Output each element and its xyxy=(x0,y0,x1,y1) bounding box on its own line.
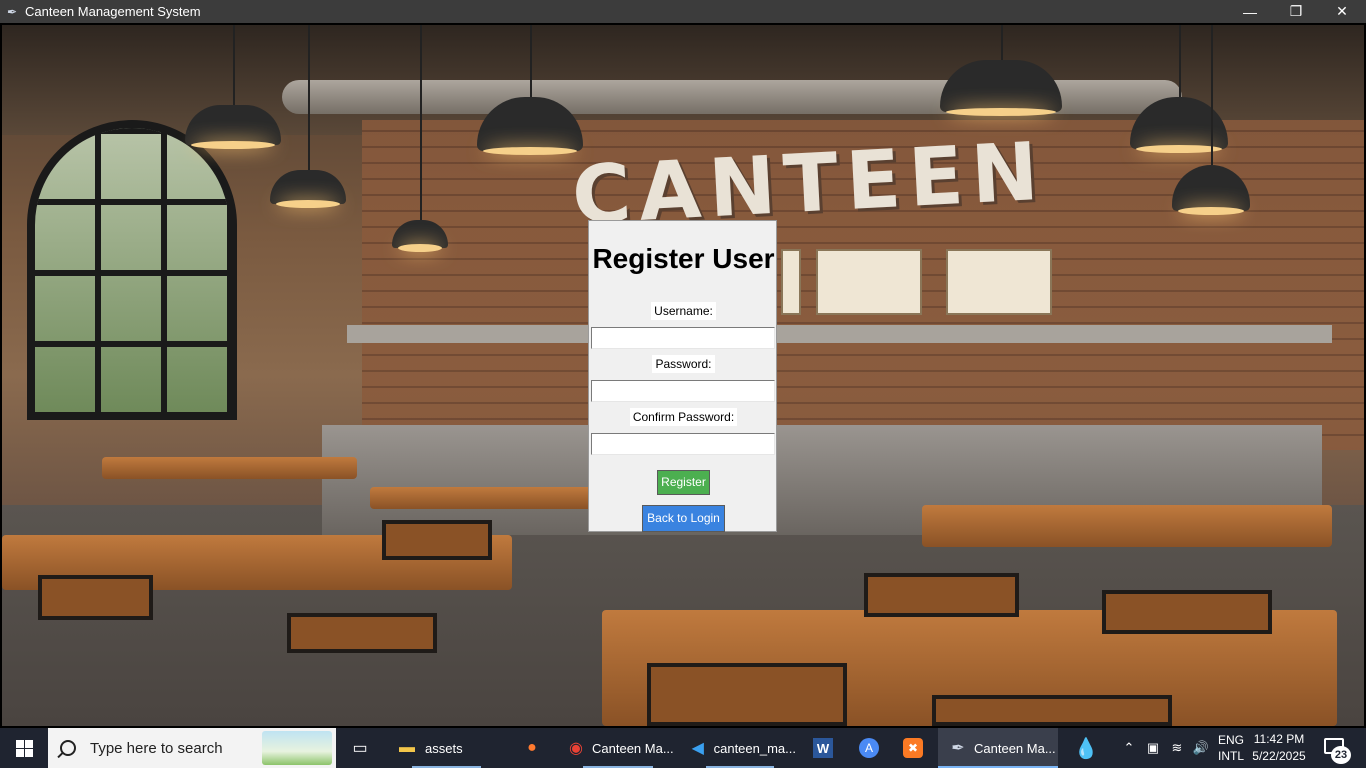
confirm-password-label: Confirm Password: xyxy=(589,408,778,426)
chevron-up-icon: ⌃ xyxy=(1123,740,1135,755)
app-store-icon: A xyxy=(859,738,879,758)
wifi-icon: ≋ xyxy=(1171,740,1183,755)
clock-time: 11:42 PM xyxy=(1253,732,1305,746)
keyboard-layout: INTL xyxy=(1217,749,1244,763)
maximize-button[interactable]: ❐ xyxy=(1273,0,1319,23)
password-label: Password: xyxy=(589,355,778,373)
taskbar-item-xampp[interactable]: ✖ xyxy=(894,728,932,768)
notification-count-badge: 23 xyxy=(1331,746,1351,764)
word-icon: W xyxy=(813,738,833,758)
taskbar-item-label: Canteen Ma... xyxy=(974,740,1056,756)
arched-window xyxy=(27,120,237,420)
back-to-login-button[interactable]: Back to Login xyxy=(642,505,725,532)
form-heading: Register User xyxy=(592,243,775,274)
taskbar-item-label: canteen_ma... xyxy=(713,740,796,756)
close-button[interactable]: ✕ xyxy=(1319,0,1365,23)
taskbar-item-assets[interactable]: ▬ assets xyxy=(389,728,504,768)
chair xyxy=(1102,590,1272,634)
speaker-icon: 🔊 xyxy=(1192,740,1210,755)
register-button[interactable]: Register xyxy=(657,470,710,495)
search-placeholder: Type here to search xyxy=(90,739,223,757)
taskbar-item-app-store[interactable]: A xyxy=(850,728,888,768)
confirm-password-input[interactable] xyxy=(591,433,775,455)
chair xyxy=(932,695,1172,726)
taskbar-item-water-drop[interactable]: 💧 xyxy=(1066,728,1106,768)
task-view-icon: ▭ xyxy=(352,740,368,757)
python-feather-icon: ✒ xyxy=(951,740,965,757)
vscode-icon: ◀ xyxy=(691,740,704,757)
search-icon xyxy=(60,740,76,756)
camera-icon: ▣ xyxy=(1146,740,1160,755)
chair xyxy=(382,520,492,560)
username-input[interactable] xyxy=(591,327,775,349)
clock-date: 5/22/2025 xyxy=(1252,749,1306,763)
window-title: Canteen Management System xyxy=(25,4,201,19)
xampp-icon: ✖ xyxy=(903,738,923,758)
taskbar: Type here to search ▭ ▬ assets ● ◉ Cante… xyxy=(0,728,1366,768)
taskbar-item-canteen-app[interactable]: ✒ Canteen Ma... xyxy=(938,728,1058,768)
chair xyxy=(287,613,437,653)
taskbar-item-firefox[interactable]: ● xyxy=(512,728,552,768)
menu-board xyxy=(781,249,801,315)
menu-board xyxy=(816,249,922,315)
folder-icon: ▬ xyxy=(399,739,415,756)
pendant-lamp xyxy=(270,170,346,208)
taskbar-item-chrome[interactable]: ◉ Canteen Ma... xyxy=(560,728,676,768)
pendant-lamp xyxy=(185,105,281,149)
taskbar-item-vscode[interactable]: ◀ canteen_ma... xyxy=(684,728,796,768)
show-hidden-icons-button[interactable]: ⌃ xyxy=(1118,728,1140,768)
dining-table xyxy=(370,487,610,509)
minimize-button[interactable]: — xyxy=(1227,0,1273,23)
dining-table xyxy=(102,457,357,479)
register-user-form: Register User Username: Password: Confir… xyxy=(588,220,777,532)
volume-button[interactable]: 🔊 xyxy=(1190,728,1212,768)
taskbar-item-label: assets xyxy=(425,740,463,756)
chrome-icon: ◉ xyxy=(569,740,583,757)
water-drop-icon: 💧 xyxy=(1073,737,1099,760)
language-indicator[interactable]: ENG INTL xyxy=(1214,732,1248,764)
wall-shelf xyxy=(347,325,1332,343)
chair xyxy=(864,573,1019,617)
notification-center-button[interactable]: 23 xyxy=(1318,736,1352,764)
chair xyxy=(38,575,153,620)
task-view-button[interactable]: ▭ xyxy=(342,728,378,768)
clock[interactable]: 11:42 PM 5/22/2025 xyxy=(1246,731,1312,765)
network-button[interactable]: ≋ xyxy=(1166,728,1188,768)
username-label: Username: xyxy=(589,302,778,320)
meet-now-button[interactable]: ▣ xyxy=(1142,728,1164,768)
windows-logo-icon xyxy=(15,739,33,757)
taskbar-item-word[interactable]: W xyxy=(804,728,842,768)
start-button[interactable] xyxy=(0,728,48,768)
chair xyxy=(647,663,847,726)
title-bar: ✒ Canteen Management System xyxy=(0,0,1366,23)
password-input[interactable] xyxy=(591,380,775,402)
dining-table xyxy=(922,505,1332,547)
search-highlight-image xyxy=(262,731,332,765)
firefox-icon: ● xyxy=(527,739,537,756)
menu-board xyxy=(946,249,1052,315)
taskbar-item-label: Canteen Ma... xyxy=(592,740,674,756)
feather-icon: ✒ xyxy=(6,4,18,19)
taskbar-search-box[interactable]: Type here to search xyxy=(48,728,336,768)
language-code: ENG xyxy=(1217,733,1244,747)
